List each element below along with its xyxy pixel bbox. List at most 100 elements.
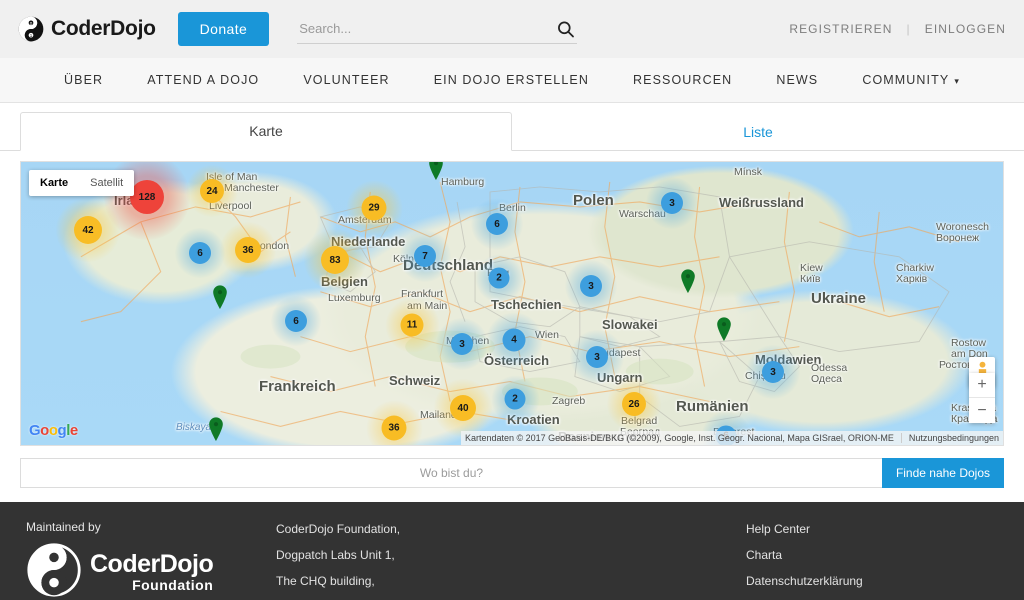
map-cluster-marker[interactable]: 24 [186, 165, 238, 217]
page-footer: Maintained by 0 1 CoderDojo Foundation C… [0, 502, 1024, 600]
footer-links-column: Help CenterChartaDatenschutzerklärungCon… [746, 520, 998, 594]
maintained-by-label: Maintained by [26, 520, 101, 534]
register-link[interactable]: REGISTRIEREN [789, 22, 892, 36]
map-cluster-marker[interactable]: 36 [220, 222, 276, 278]
cluster-count: 3 [459, 338, 465, 350]
map-dojo-pin-icon[interactable] [680, 268, 696, 294]
map-cluster-marker[interactable]: 83 [304, 229, 366, 291]
cluster-count: 24 [206, 185, 218, 197]
attribution-text: Kartendaten © 2017 GeoBasis-DE/BKG (©200… [464, 433, 894, 443]
nav-items-container: ÜBER ATTEND A DOJO VOLUNTEER EIN DOJO ERSTE… [0, 73, 1024, 87]
yinyang-logo-icon: 0 1 [18, 16, 44, 42]
location-input[interactable] [20, 458, 882, 488]
find-nearby-dojos-button[interactable]: Finde nahe Dojos [881, 458, 1004, 488]
nav-item-news[interactable]: NEWS [776, 73, 818, 87]
map-cluster-marker[interactable]: 2 [475, 254, 523, 302]
tab-liste[interactable]: Liste [512, 113, 1004, 151]
coderdojo-foundation-logo-icon: 0 1 [26, 542, 82, 600]
map-cluster-marker[interactable]: 11 [385, 298, 439, 352]
map-cluster-marker[interactable]: 26 [607, 377, 661, 431]
map-dojo-pin-icon[interactable] [428, 162, 444, 181]
nav-item-label: ÜBER [64, 73, 104, 87]
google-logo-letter: g [57, 422, 67, 439]
terms-link[interactable]: Nutzungsbedingungen [900, 433, 999, 443]
map-cluster-marker[interactable]: 3 [570, 330, 624, 384]
footer-link-charta[interactable]: Charta [746, 548, 998, 562]
zoom-out-button[interactable]: − [969, 398, 995, 423]
map-section: Isle of ManIrlandManchesterLiverpoolLond… [0, 151, 1024, 446]
footer-address-line: Dogpatch Labs Unit 1, [276, 548, 395, 562]
nav-item-label: EIN DOJO ERSTELLEN [433, 73, 589, 87]
map-cluster-marker[interactable]: 6 [271, 296, 321, 346]
nav-item-label: VOLUNTEER [303, 73, 390, 87]
google-logo: Google [29, 422, 78, 439]
footer-logo-text: CoderDojo Foundation [90, 549, 214, 592]
cluster-count: 3 [594, 351, 600, 363]
map-type-karte[interactable]: Karte [29, 170, 79, 196]
cluster-count: 2 [496, 272, 502, 284]
nav-item-label: COMMUNITY [862, 73, 950, 87]
map-cluster-marker[interactable]: 6 [471, 198, 523, 250]
nav-item-label: RESSOURCEN [633, 73, 733, 87]
search-icon[interactable] [556, 20, 575, 39]
cluster-count: 4 [511, 334, 517, 346]
login-link[interactable]: EINLOGGEN [925, 22, 1006, 36]
google-logo-letter: o [40, 422, 49, 439]
map-dojo-pin-icon[interactable] [212, 284, 228, 310]
search-container [297, 14, 578, 44]
cluster-count: 83 [329, 254, 341, 266]
nav-item-volunteer[interactable]: VOLUNTEER [303, 73, 389, 87]
nav-item-attend-a-dojo[interactable]: ATTEND A DOJO [147, 73, 259, 87]
map-cluster-marker[interactable]: 42 [56, 198, 120, 262]
zoom-in-button[interactable]: + [969, 373, 995, 398]
google-logo-letter: e [69, 422, 78, 439]
footer-address-line: The CHQ building, [276, 574, 375, 588]
map-cluster-marker[interactable]: 36 [366, 400, 422, 445]
cluster-count: 3 [669, 197, 675, 209]
cluster-count: 36 [242, 244, 254, 256]
map-cluster-marker[interactable]: 2 [491, 375, 539, 423]
footer-link-help-center[interactable]: Help Center [746, 522, 998, 536]
cluster-count: 2 [512, 393, 518, 405]
cluster-count: 7 [422, 250, 428, 262]
nav-item-über[interactable]: ÜBER [64, 73, 103, 87]
footer-brand-column: Maintained by 0 1 CoderDojo Foundation [26, 520, 276, 597]
nav-item-community[interactable]: COMMUNITY ▾ [862, 73, 960, 87]
google-logo-letter: G [29, 422, 41, 439]
footer-logo-main: CoderDojo [90, 549, 214, 578]
google-map[interactable]: Isle of ManIrlandManchesterLiverpoolLond… [20, 161, 1004, 446]
cluster-count: 6 [293, 315, 299, 327]
footer-link-datenschutzerklärung[interactable]: Datenschutzerklärung [746, 574, 998, 588]
location-search-row: Finde nahe Dojos [0, 446, 1024, 502]
search-input[interactable] [297, 14, 578, 44]
tab-karte[interactable]: Karte [20, 112, 512, 151]
map-cluster-marker[interactable]: 7 [399, 230, 451, 282]
nav-item-ressourcen[interactable]: RESSOURCEN [633, 73, 732, 87]
map-dojo-pin-icon[interactable] [208, 416, 224, 442]
nav-item-label: ATTEND A DOJO [147, 73, 260, 87]
map-dojo-pin-icon[interactable] [716, 316, 732, 342]
brand-logo[interactable]: 0 1 CoderDojo [18, 16, 156, 42]
cluster-count: 26 [628, 398, 640, 410]
footer-address-column: CoderDojo Foundation, Dogpatch Labs Unit … [276, 520, 746, 594]
map-cluster-marker[interactable]: 3 [436, 318, 488, 370]
map-cluster-marker[interactable]: 40 [434, 379, 492, 437]
footer-logo: 0 1 CoderDojo Foundation [26, 542, 276, 600]
map-cluster-marker[interactable]: 29 [346, 180, 402, 236]
chevron-down-icon: ▾ [954, 75, 960, 86]
nav-item-ein-dojo-erstellen[interactable]: EIN DOJO ERSTELLEN [434, 73, 589, 87]
map-type-satellit[interactable]: Satellit [79, 170, 134, 196]
map-cluster-marker[interactable]: 6 [175, 228, 225, 278]
view-tabs: Karte Liste [0, 103, 1024, 151]
map-cluster-marker[interactable]: 3 [565, 260, 617, 312]
google-logo-letter: o [48, 422, 58, 439]
map-cluster-marker[interactable]: 128 [104, 162, 190, 240]
cluster-count: 3 [588, 280, 594, 292]
map-cluster-marker[interactable]: 3 [746, 345, 800, 399]
map-cluster-marker[interactable]: 4 [486, 312, 542, 368]
footer-address-line: CoderDojo Foundation, [276, 522, 401, 536]
cluster-count: 40 [457, 402, 469, 414]
map-cluster-marker[interactable]: 3 [646, 177, 698, 229]
cluster-count: 3 [770, 366, 776, 378]
donate-button[interactable]: Donate [177, 12, 270, 46]
